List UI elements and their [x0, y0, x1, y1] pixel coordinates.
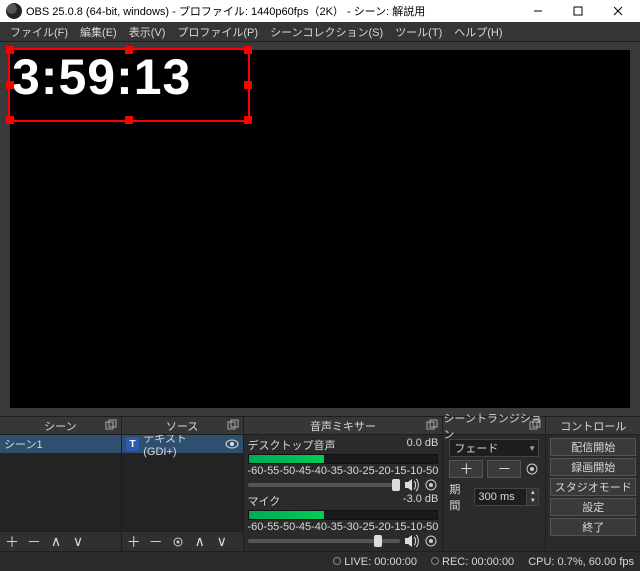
resize-handle[interactable]	[244, 81, 252, 89]
volume-meter	[248, 510, 439, 520]
meter-scale: -60-55-50-45-40-35-30-25-20-15-10-50	[248, 521, 439, 533]
start-recording-button[interactable]: 録画開始	[550, 458, 636, 476]
transition-selected: フェード	[454, 440, 498, 456]
selected-source-box[interactable]: 3:59:13	[8, 48, 250, 122]
duration-value: 300 ms	[479, 491, 515, 503]
menu-tools[interactable]: ツール(T)	[389, 22, 448, 42]
preview-area[interactable]: 3:59:13	[0, 42, 640, 416]
add-transition-button[interactable]: ＋	[449, 460, 483, 478]
live-dot-icon	[333, 557, 341, 565]
controls-title: コントロール	[560, 418, 626, 434]
menu-file[interactable]: ファイル(F)	[4, 22, 74, 42]
audio-mixer-panel: 音声ミキサー デスクトップ音声 0.0 dB -60-55-50-45-40-35…	[244, 417, 444, 551]
volume-meter	[248, 454, 439, 464]
resize-handle[interactable]	[6, 46, 14, 54]
mixer-channel: マイク -3.0 dB -60-55-50-45-40-35-30-25-20-1…	[248, 493, 439, 548]
source-up-button[interactable]: ∧	[190, 533, 210, 551]
exit-button[interactable]: 終了	[550, 518, 636, 536]
channel-settings-icon[interactable]	[424, 534, 438, 548]
sources-panel: ソース T テキスト (GDI+) ＋ － ∧ ∨	[122, 417, 244, 551]
duration-label: 期間	[449, 481, 469, 513]
source-settings-button[interactable]	[168, 533, 188, 551]
obs-app-icon	[6, 3, 22, 19]
resize-handle[interactable]	[125, 116, 133, 124]
remove-scene-button[interactable]: －	[24, 533, 44, 551]
spin-down-icon[interactable]: ▼	[526, 497, 538, 505]
menu-edit[interactable]: 編集(E)	[74, 22, 123, 42]
cpu-status: CPU: 0.7%, 60.00 fps	[528, 556, 634, 568]
resize-handle[interactable]	[6, 81, 14, 89]
scenes-panel: シーン シーン1 ＋ － ∧ ∨	[0, 417, 122, 551]
duration-spinner[interactable]: 300 ms ▲▼	[474, 488, 540, 506]
volume-slider[interactable]	[248, 539, 401, 543]
transition-settings-icon[interactable]	[525, 462, 539, 476]
channel-name: マイク	[248, 493, 281, 509]
menu-profile[interactable]: プロファイル(P)	[171, 22, 264, 42]
resize-handle[interactable]	[244, 116, 252, 124]
source-item[interactable]: T テキスト (GDI+)	[122, 435, 243, 453]
add-scene-button[interactable]: ＋	[2, 533, 22, 551]
studio-mode-button[interactable]: スタジオモード	[550, 478, 636, 496]
speaker-icon[interactable]	[404, 534, 420, 548]
channel-settings-icon[interactable]	[424, 478, 438, 492]
source-label: テキスト (GDI+)	[143, 435, 220, 458]
close-button[interactable]	[598, 0, 638, 22]
slider-knob[interactable]	[392, 479, 400, 491]
transitions-panel: シーントランジション フェード ＋ － 期間 300 ms ▲▼	[443, 417, 546, 551]
menu-scene-collection[interactable]: シーンコレクション(S)	[264, 22, 389, 42]
scenes-title: シーン	[44, 418, 76, 434]
mixer-channel: デスクトップ音声 0.0 dB -60-55-50-45-40-35-30-25-…	[248, 437, 439, 492]
popout-icon[interactable]	[105, 419, 119, 433]
transition-select[interactable]: フェード	[449, 439, 539, 457]
menu-view[interactable]: 表示(V)	[123, 22, 172, 42]
status-bar: LIVE: 00:00:00 REC: 00:00:00 CPU: 0.7%, …	[0, 551, 640, 571]
popout-icon[interactable]	[529, 419, 543, 433]
volume-slider[interactable]	[248, 483, 401, 487]
settings-button[interactable]: 設定	[550, 498, 636, 516]
channel-db: -3.0 dB	[403, 493, 438, 509]
slider-knob[interactable]	[374, 535, 382, 547]
visibility-toggle-icon[interactable]	[225, 437, 239, 451]
resize-handle[interactable]	[244, 46, 252, 54]
spin-up-icon[interactable]: ▲	[526, 489, 538, 497]
resize-handle[interactable]	[125, 46, 133, 54]
channel-name: デスクトップ音声	[248, 437, 336, 453]
scene-up-button[interactable]: ∧	[46, 533, 66, 551]
resize-handle[interactable]	[6, 116, 14, 124]
meter-scale: -60-55-50-45-40-35-30-25-20-15-10-50	[248, 465, 439, 477]
window-titlebar: OBS 25.0.8 (64-bit, windows) - プロファイル: 1…	[0, 0, 640, 22]
remove-transition-button[interactable]: －	[487, 460, 521, 478]
popout-icon[interactable]	[426, 419, 440, 433]
source-down-button[interactable]: ∨	[212, 533, 232, 551]
start-streaming-button[interactable]: 配信開始	[550, 438, 636, 456]
remove-source-button[interactable]: －	[146, 533, 166, 551]
menu-bar: ファイル(F) 編集(E) 表示(V) プロファイル(P) シーンコレクション(…	[0, 22, 640, 42]
controls-panel: コントロール 配信開始 録画開始 スタジオモード 設定 終了	[546, 417, 640, 551]
rec-status: REC: 00:00:00	[431, 556, 514, 568]
rec-dot-icon	[431, 557, 439, 565]
text-source-icon: T	[126, 437, 140, 451]
channel-db: 0.0 dB	[407, 437, 439, 453]
scene-down-button[interactable]: ∨	[68, 533, 88, 551]
maximize-button[interactable]	[558, 0, 598, 22]
timer-text-source[interactable]: 3:59:13	[10, 50, 248, 104]
sources-title: ソース	[166, 418, 198, 434]
popout-icon[interactable]	[227, 419, 241, 433]
preview-canvas[interactable]: 3:59:13	[10, 50, 630, 408]
scene-label: シーン1	[4, 436, 43, 452]
speaker-icon[interactable]	[404, 478, 420, 492]
minimize-button[interactable]	[518, 0, 558, 22]
mixer-title: 音声ミキサー	[310, 418, 376, 434]
scene-item[interactable]: シーン1	[0, 435, 121, 453]
add-source-button[interactable]: ＋	[124, 533, 144, 551]
window-title: OBS 25.0.8 (64-bit, windows) - プロファイル: 1…	[26, 3, 518, 19]
menu-help[interactable]: ヘルプ(H)	[448, 22, 508, 42]
live-status: LIVE: 00:00:00	[333, 556, 417, 568]
